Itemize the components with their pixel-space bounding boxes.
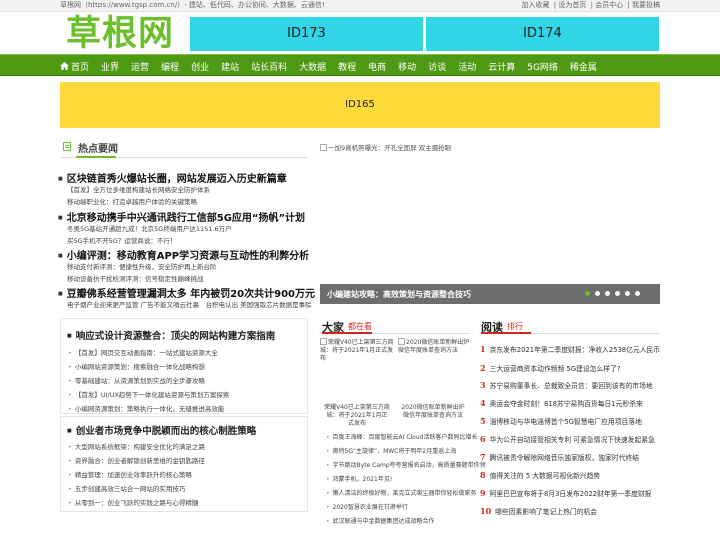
headline-3-sub-2[interactable]: 移动设备抗干扰检测评测：信号稳定性巅峰挑战 — [67, 273, 204, 283]
list-item[interactable]: 武汉联通与中金数据集团达成战略合作 — [326, 516, 435, 525]
broken-image-icon — [398, 338, 405, 345]
slider-dot[interactable] — [605, 291, 610, 296]
ad-slot-id174[interactable]: ID174 — [426, 17, 659, 51]
slider-dot[interactable] — [625, 291, 630, 296]
recommend-label-em: 都在看 — [348, 322, 372, 331]
nav-item-programming[interactable]: 编程 — [161, 60, 179, 73]
ranking-item[interactable]: 3 苏宁易购董事长、总裁致全员信：要回到该有的市场地 — [480, 380, 653, 390]
slider-caption: 小编建站攻略：高效策划与资源整合技巧 — [327, 290, 471, 299]
nav-item-industry[interactable]: 业界 — [101, 60, 119, 73]
set-homepage-link[interactable]: 设为首页 — [558, 1, 586, 9]
thumb-image-1[interactable]: 荣耀V40已上架第三方商城：将于2021年1月正式发布 — [320, 338, 396, 363]
box-1-item[interactable]: 【首发】网页交互动画指南：一站式建站资源大全 — [68, 347, 218, 357]
box-1-title[interactable]: 响应式设计资源整合：顶尖的网站构建方案指南 — [67, 328, 276, 342]
list-item[interactable]: 百度王海峰：百度智能云AI Cloud活跃客户数同比增长 — [326, 432, 478, 441]
slider-caption-bar[interactable]: 小编建站攻略：高效策划与资源整合技巧 — [320, 284, 660, 304]
top-bar: 草根网（https://www.tgsp.com.cn/）- 建站、低代码、办公… — [0, 0, 720, 12]
ranking-item[interactable]: 1 京东发布2021年第二季度财报：净收入2538亿元人民币 — [480, 344, 660, 354]
nav-item-tutorial[interactable]: 教程 — [338, 60, 356, 73]
nav-item-webmaster-wiki[interactable]: 站长百科 — [251, 60, 287, 73]
slider-dot[interactable] — [635, 291, 640, 296]
ranking-header: 阅读 排行 — [481, 318, 660, 334]
nav-item-cloud[interactable]: 云计算 — [488, 60, 515, 73]
headline-3[interactable]: 小编评测：移动教育APP学习资源与互动性的利弊分析 — [58, 247, 309, 262]
box-2-item[interactable]: 从零到一：创业飞跃的实践之路与心得精髓 — [68, 497, 199, 507]
thumb-caption-1[interactable]: 荣耀V40已上架第三方商城：将于2021年1月正式发布 — [324, 404, 390, 428]
slider-image[interactable]: 一加9真机照曝光：开孔全面屏 双主摄抢眼 — [320, 142, 451, 152]
box-2-item[interactable]: 精益管理：加速创业效率跃升的核心策略 — [68, 469, 192, 479]
site-intro: 草根网（https://www.tgsp.com.cn/）- 建站、低代码、办公… — [60, 1, 325, 9]
nav-item-mobile[interactable]: 移动 — [398, 60, 416, 73]
box-1-item[interactable]: 小编网资源策划：策略执行一体化，无缝推进高效能 — [68, 403, 225, 413]
nav-item-site-building[interactable]: 建站 — [221, 60, 239, 73]
nav-item-ecommerce[interactable]: 电商 — [368, 60, 386, 73]
headline-1-sub-1[interactable]: 【首发】全方位多维度构建站长网络安全防护体系 — [67, 184, 210, 194]
home-icon — [60, 62, 69, 70]
nav-item-startup[interactable]: 创业 — [191, 60, 209, 73]
ranking-label-em: 排行 — [507, 322, 523, 331]
box-2-item[interactable]: 大型网站系统框架：构建安全优化的满足之路 — [68, 441, 205, 451]
responsive-design-box: 响应式设计资源整合：顶尖的网站构建方案指南 【首发】网页交互动画指南：一站式建站… — [60, 318, 308, 414]
ranking-item[interactable]: 6 华为公开自动接管相关专利 可紧急情况下快速发起紧急 — [480, 434, 655, 444]
entrepreneur-strategy-box: 创业者市场竞争中脱颖而出的核心制胜策略 大型网站系统框架：构建安全优化的满足之路… — [60, 416, 308, 512]
nav-item-events[interactable]: 活动 — [458, 60, 476, 73]
nav-item-5g[interactable]: 5G网络 — [527, 60, 558, 73]
slider-dot[interactable] — [595, 291, 600, 296]
headline-2-sub-1[interactable]: 冬奥5G基站开通超九成！北京5G终端用户达1151.6万户 — [67, 223, 232, 233]
ad-slot-id173[interactable]: ID173 — [190, 17, 423, 51]
news-icon — [63, 142, 71, 151]
slider-dots — [580, 291, 640, 296]
member-center-link[interactable]: 会员中心 — [595, 1, 623, 9]
nav-item-interview[interactable]: 访谈 — [428, 60, 446, 73]
list-item[interactable]: 字节跳动Byte Camp夸夸营报名启动，高质量赛题带你领 — [326, 460, 486, 469]
headline-1[interactable]: 区块链首秀火爆站长圈，网站发展迈入历史新篇章 — [58, 170, 287, 185]
box-2-item[interactable]: 资界融合：创业者解锁创新思维的金钥匙路径 — [68, 455, 205, 465]
ranking-item[interactable]: 2 三大运营商资本动作频频 5G建设怎么样了? — [480, 363, 620, 373]
site-logo[interactable]: 草根网 — [66, 14, 174, 54]
submit-article-link[interactable]: 我要投稿 — [632, 1, 660, 9]
box-1-item[interactable]: 【首发】UI/UX趋势下一体化建站资源与策划方案探索 — [68, 389, 230, 399]
headline-2[interactable]: 北京移动携手中兴通讯践行工信部5G应用“扬帆”计划 — [58, 209, 305, 224]
recommend-header: 大家 都在看 — [322, 318, 470, 334]
list-item[interactable]: 鸿蒙手机，2021年见! — [326, 474, 393, 483]
ranking-item[interactable]: 7 腾讯被责令解除网络音乐独家版权，独家时代终结 — [480, 452, 639, 462]
box-2-item[interactable]: 五步创建高效三站合一网站的实用技巧 — [68, 483, 186, 493]
slider-dot[interactable] — [585, 291, 590, 296]
thumb-image-2[interactable]: 2020微信账单新鲜出炉 微信年度账单查询方法 — [398, 338, 474, 355]
hot-news-header: 热点要闻 — [60, 136, 308, 158]
nav-item-rare-metal[interactable]: 稀金属 — [570, 60, 597, 73]
headline-2-sub-2[interactable]: 买5G手机不开5G？运营商说：不行！ — [67, 235, 176, 245]
list-item[interactable]: 奥特5G“主旋律”，MWC将于明年2月重返上海 — [326, 446, 457, 455]
nav-item-operation[interactable]: 运营 — [131, 60, 149, 73]
broken-image-icon — [320, 338, 327, 345]
nav-item-big-data[interactable]: 大数据 — [299, 60, 326, 73]
main-nav: 首页 业界 运营 编程 创业 建站 站长百科 大数据 教程 电商 移动 访谈 活… — [0, 54, 720, 76]
box-2-title[interactable]: 创业者市场竞争中脱颖而出的核心制胜策略 — [67, 423, 257, 437]
add-favorite-link[interactable]: 加入收藏 — [522, 1, 550, 9]
headline-4-sub-1[interactable]: 电子烟产业迎来更严监管 广告不能又哨云社裏 台积电认出 美国强取芯片数据是事赊 — [67, 299, 312, 309]
list-item[interactable]: 懒人清洁的终极好物，莱克立式吸尘器带你轻松做家务 — [326, 488, 477, 497]
box-1-item[interactable]: 小编网站资源策划：搜索融合一体化战略构想 — [68, 361, 205, 371]
ranking-item[interactable]: 4 奥运会夺金时刻！818苏宁易购百货每日1元秒杀来 — [480, 398, 643, 408]
broken-image-icon — [320, 144, 327, 151]
ad-slot-id165[interactable]: ID165 — [60, 82, 660, 128]
thumb-caption-2[interactable]: 2020微信账单新鲜出炉 微信年度账单查询方法 — [400, 404, 466, 420]
headline-3-sub-1[interactable]: 移动支付新评测：便捷性升级，安全防护再上新台阶 — [67, 261, 217, 271]
top-links: 加入收藏 | 设为首页 | 会员中心 | 我要投稿 — [521, 1, 660, 9]
nav-item-home[interactable]: 首页 — [60, 60, 89, 73]
ranking-item[interactable]: 9 阿里巴巴宣布将于8月3日发布2022财年第一季度财报 — [480, 488, 651, 498]
ranking-item[interactable]: 8 值得关注的 5 大数据可视化新兴趋势 — [480, 470, 600, 480]
ranking-item[interactable]: 5 淄博移动与华电淄博首个5G智慧电厂应用项目落地 — [480, 416, 642, 426]
ranking-item[interactable]: 10 哪些因素影响了笔记上热门的机会 — [480, 506, 597, 516]
list-item[interactable]: 2020智慧农业展在甘肃举行 — [326, 502, 408, 511]
headline-4[interactable]: 豆瓣佛系经营管理漏洞太多 年内被罚20次共计900万元 — [58, 285, 315, 300]
slider-dot[interactable] — [615, 291, 620, 296]
hot-news-title: 热点要闻 — [78, 144, 118, 155]
headline-1-sub-2[interactable]: 移动端职业化：打造卓越用户体验的关键策略 — [67, 196, 197, 206]
box-1-item[interactable]: 零基础建站：从资源策划到实战的全步骤攻略 — [68, 375, 205, 385]
